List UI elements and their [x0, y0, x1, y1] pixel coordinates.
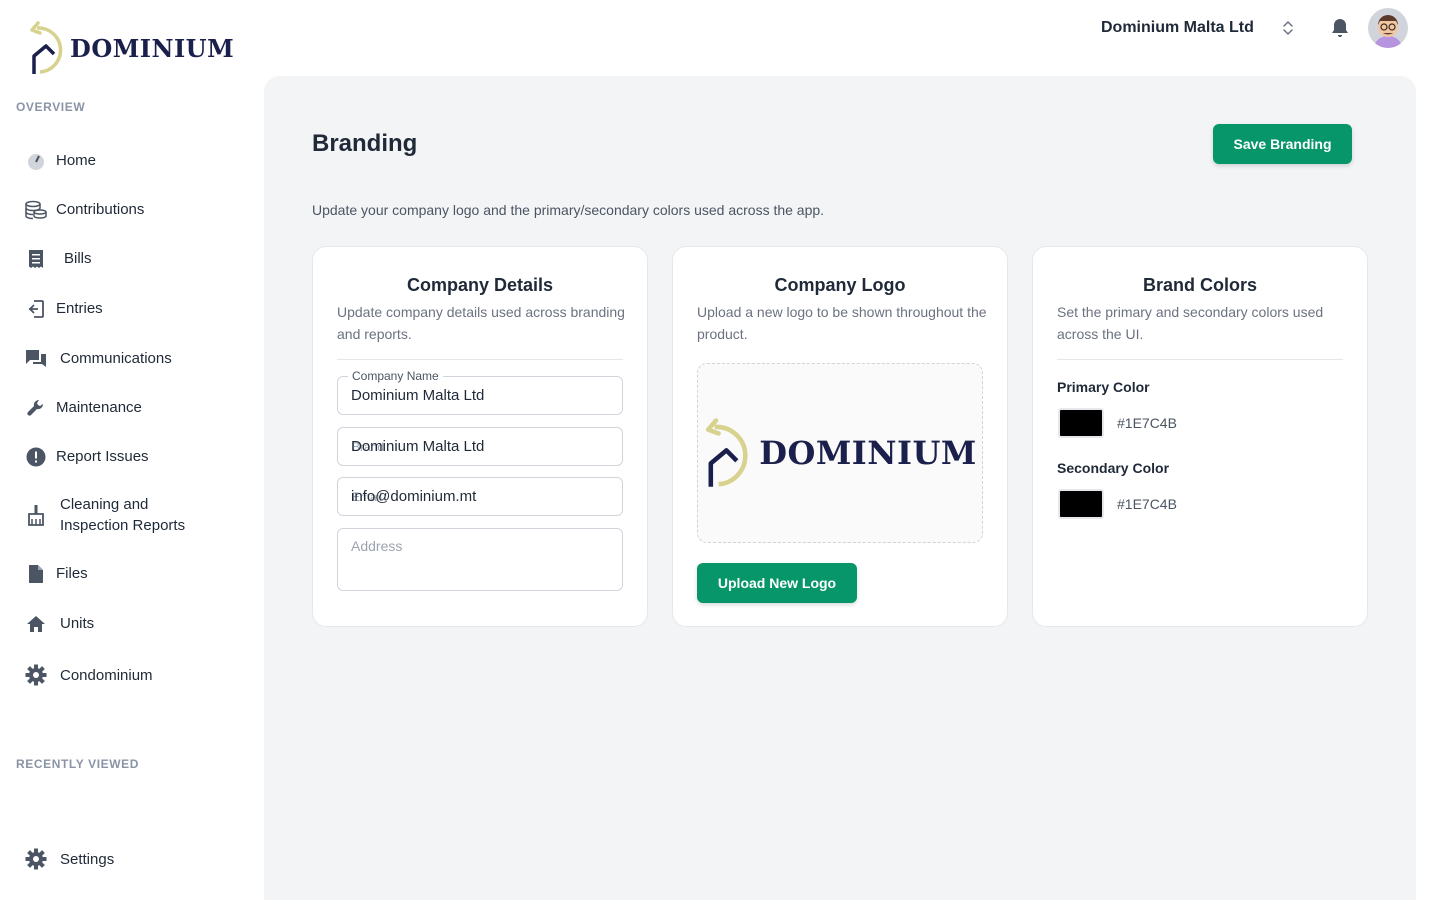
card-description: Update company details used across brand… [337, 304, 625, 342]
brand-name-input[interactable] [351, 428, 611, 465]
sidebar-item-home[interactable]: Home [16, 150, 248, 171]
primary-color-label: Primary Color [1057, 379, 1150, 395]
sidebar-item-label: Cleaning and Inspection Reports [60, 496, 186, 534]
brand-name-field[interactable]: Brand [337, 427, 623, 466]
user-avatar[interactable] [1368, 8, 1408, 48]
address-field[interactable] [337, 528, 623, 591]
file-icon [16, 564, 56, 584]
sidebar-item-label: Contributions [56, 201, 145, 218]
company-name-field[interactable]: Company Name [337, 369, 623, 415]
overview-section-label: OVERVIEW [16, 100, 86, 114]
save-branding-button[interactable]: Save Branding [1213, 124, 1352, 164]
recently-viewed-section-label: RECENTLY VIEWED [16, 757, 140, 771]
brand-colors-card: Brand Colors Set the primary and seconda… [1032, 246, 1368, 627]
coins-icon [16, 200, 56, 220]
settings-gear-icon [16, 848, 56, 870]
alert-icon [16, 447, 56, 467]
sidebar-item-label: Report Issues [56, 448, 149, 465]
card-title: Brand Colors [1142, 275, 1257, 295]
sidebar-item-settings[interactable]: Settings [16, 848, 248, 870]
primary-color-hex: #1E7C4B [1117, 415, 1177, 431]
sidebar-item-label: Settings [60, 850, 115, 868]
email-field[interactable]: Email [337, 477, 623, 516]
sidebar-item-label: Condominium [60, 666, 153, 684]
wrench-icon [16, 398, 56, 418]
divider [1057, 359, 1343, 360]
page-description: Update your company logo and the primary… [312, 202, 825, 218]
secondary-color-label: Secondary Color [1057, 460, 1170, 476]
sidebar-item-entries[interactable]: Entries [16, 298, 248, 319]
sidebar-item-communications[interactable]: Communications [16, 348, 248, 369]
sidebar-item-label: Communications [60, 350, 172, 367]
card-description: Set the primary and secondary colors use… [1057, 304, 1324, 342]
card-description: Upload a new logo to be shown throughout… [697, 304, 987, 342]
organization-switcher-icon[interactable] [1278, 16, 1298, 40]
organization-name: Dominium Malta Ltd [1101, 19, 1254, 36]
sidebar-item-label: Maintenance [56, 399, 142, 416]
sidebar-item-units[interactable]: Units [16, 613, 248, 634]
sidebar-item-files[interactable]: Files [16, 563, 248, 584]
chat-icon [16, 349, 56, 369]
page-title: Branding [312, 130, 418, 157]
sidebar-item-contributions[interactable]: Contributions [16, 199, 248, 220]
login-icon [16, 299, 56, 319]
card-title: Company Details [406, 275, 554, 295]
home-icon [16, 614, 56, 634]
receipt-icon [16, 249, 56, 269]
sidebar-item-label: Bills [64, 250, 92, 267]
primary-color-swatch[interactable] [1058, 408, 1104, 438]
upload-logo-button[interactable]: Upload New Logo [697, 563, 857, 603]
sidebar-item-maintenance[interactable]: Maintenance [16, 397, 248, 418]
sidebar-item-condominium[interactable]: Condominium [16, 664, 248, 686]
sidebar-item-label: Files [56, 565, 88, 582]
card-title: Company Logo [774, 275, 906, 295]
logo-preview: Dominium [697, 363, 983, 543]
logo-mark-icon [30, 21, 63, 74]
sidebar: Dominium OVERVIEW Home Contributions Bil… [0, 0, 264, 900]
sidebar-item-label: Entries [56, 300, 103, 317]
notifications-bell-icon[interactable] [1328, 16, 1352, 40]
sidebar-item-report-issues[interactable]: Report Issues [16, 446, 248, 467]
company-logo-card: Company Logo Upload a new logo to be sho… [672, 246, 1008, 627]
sidebar-item-bills[interactable]: Bills [16, 248, 248, 269]
divider [337, 359, 623, 360]
broom-icon [16, 504, 56, 526]
company-name-input[interactable] [351, 377, 611, 414]
sidebar-item-cleaning-reports[interactable]: Cleaning and Inspection Reports [16, 494, 248, 536]
main-panel: Branding Save Branding Update your compa… [264, 76, 1416, 900]
email-input[interactable] [351, 478, 611, 515]
dashboard-icon [16, 151, 56, 171]
secondary-color-hex: #1E7C4B [1117, 496, 1177, 512]
logo-mark-icon [706, 418, 748, 487]
company-details-card: Company Details Update company details u… [312, 246, 648, 627]
logo-preview-name: Dominium [759, 434, 977, 472]
gear-icon [16, 664, 56, 686]
app-root: Dominium OVERVIEW Home Contributions Bil… [0, 0, 1440, 900]
brand-logo[interactable]: Dominium [28, 20, 234, 76]
sidebar-item-label: Home [56, 152, 97, 169]
secondary-color-swatch[interactable] [1058, 489, 1104, 519]
brand-name: Dominium [70, 33, 235, 63]
sidebar-item-label: Units [60, 615, 95, 632]
address-input[interactable] [351, 538, 611, 582]
logo-preview-image: Dominium [703, 413, 977, 493]
